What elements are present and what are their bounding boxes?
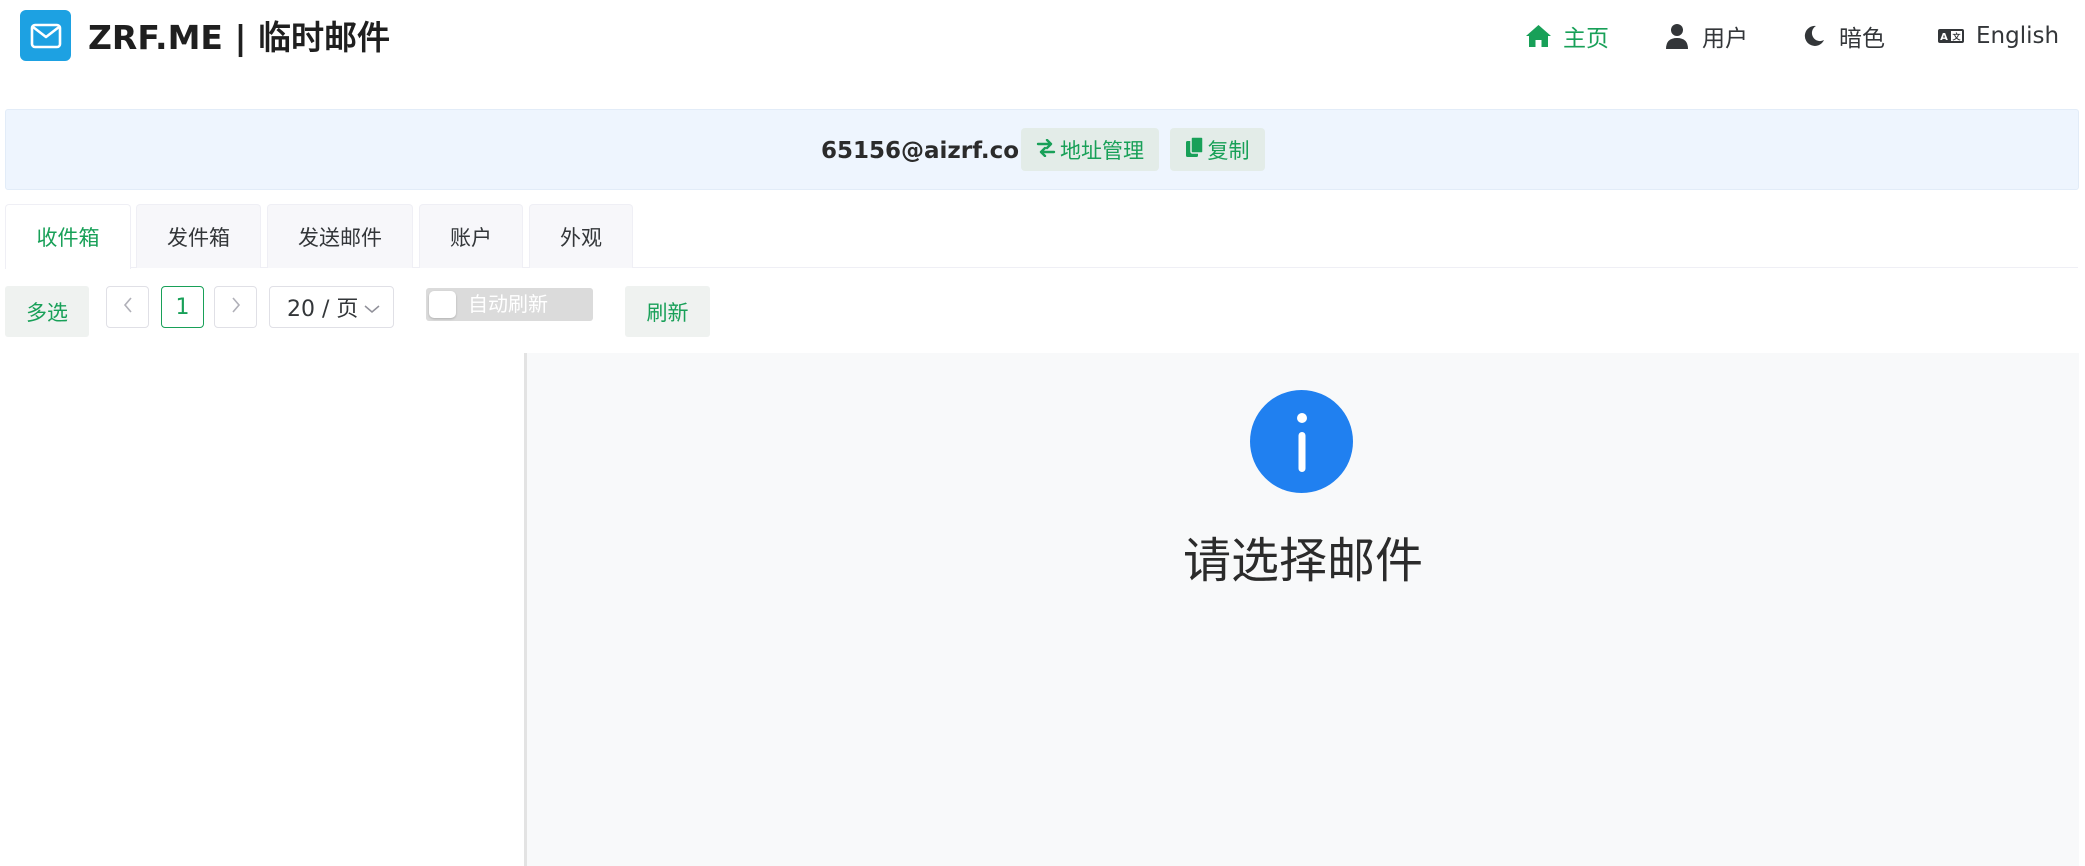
mail-detail: 请选择邮件 xyxy=(527,353,2079,866)
page-size-value: 20 / 页 xyxy=(287,297,359,322)
page-size-select[interactable]: 20 / 页 xyxy=(269,286,394,328)
nav-home-label: 主页 xyxy=(1563,26,1609,52)
top-header: ZRF.ME | 临时邮件 主页 用户 暗色 A 文 English xyxy=(0,0,2085,76)
swap-arrows-icon xyxy=(1036,138,1056,162)
refresh-button[interactable]: 刷新 xyxy=(625,286,710,337)
translate-icon: A 文 xyxy=(1937,22,1965,50)
address-bar: 65156@aizrf.com 地址管理 复制 xyxy=(5,109,2079,190)
next-page-button[interactable] xyxy=(214,286,257,328)
mail-list xyxy=(0,353,524,866)
address-manage-button[interactable]: 地址管理 xyxy=(1021,128,1159,171)
toggle-knob xyxy=(429,291,456,318)
svg-text:A: A xyxy=(1940,32,1948,43)
chevron-down-icon xyxy=(364,295,380,320)
copy-button[interactable]: 复制 xyxy=(1170,128,1265,171)
current-page-button[interactable]: 1 xyxy=(161,286,204,328)
moon-icon xyxy=(1800,22,1828,50)
copy-icon xyxy=(1185,136,1204,162)
auto-refresh-label: 自动刷新 xyxy=(468,292,548,316)
tab-send-mail[interactable]: 发送邮件 xyxy=(267,204,413,268)
prev-page-button[interactable] xyxy=(106,286,149,328)
chevron-right-icon xyxy=(231,297,241,317)
svg-text:文: 文 xyxy=(1953,32,1962,42)
tab-inbox[interactable]: 收件箱 xyxy=(5,204,131,269)
nav-home[interactable]: 主页 xyxy=(1524,16,1609,56)
nav-language[interactable]: A 文 English xyxy=(1937,16,2059,56)
chevron-left-icon xyxy=(123,297,133,317)
info-icon xyxy=(1250,390,1353,493)
multi-select-button[interactable]: 多选 xyxy=(5,286,89,337)
app-root: ZRF.ME | 临时邮件 主页 用户 暗色 A 文 English 65156… xyxy=(0,0,2085,866)
user-icon xyxy=(1663,22,1691,50)
empty-state-message: 请选择邮件 xyxy=(1182,533,1423,589)
nav-dark-label: 暗色 xyxy=(1839,26,1885,52)
auto-refresh-toggle[interactable]: 自动刷新 xyxy=(426,288,593,321)
nav-user-label: 用户 xyxy=(1702,26,1748,52)
envelope-icon[interactable] xyxy=(20,10,71,61)
mail-tabs: 收件箱 发件箱 发送邮件 账户 外观 xyxy=(0,204,2085,269)
site-title[interactable]: ZRF.ME | 临时邮件 xyxy=(88,16,390,60)
nav-user[interactable]: 用户 xyxy=(1663,16,1748,56)
nav-language-label: English xyxy=(1976,23,2060,49)
tab-account[interactable]: 账户 xyxy=(419,204,523,268)
nav-dark-mode[interactable]: 暗色 xyxy=(1800,16,1885,56)
tab-outbox[interactable]: 发件箱 xyxy=(136,204,261,268)
tab-appearance[interactable]: 外观 xyxy=(529,204,633,268)
email-address: 65156@aizrf.com xyxy=(821,138,1044,164)
address-manage-label: 地址管理 xyxy=(1060,138,1144,163)
home-icon xyxy=(1524,22,1552,50)
copy-label: 复制 xyxy=(1207,138,1250,163)
